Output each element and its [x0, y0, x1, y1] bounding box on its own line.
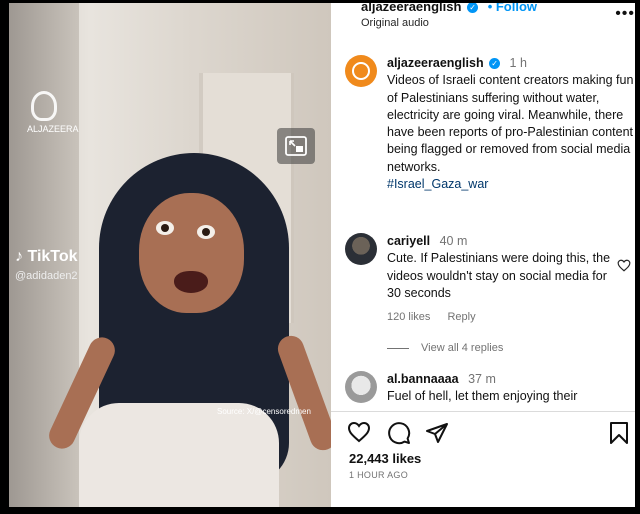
- comment-icon[interactable]: [387, 421, 411, 445]
- comment-text: Fuel of hell, let them enjoying their: [387, 389, 578, 404]
- video-player[interactable]: ALJAZEERA ♪ TikTok @adidaden2 Source: X/…: [9, 3, 331, 507]
- comment-item: al.bannaaaa 37 m Fuel of hell, let them …: [345, 371, 635, 406]
- comment-time: 37 m: [468, 372, 496, 386]
- view-replies-line: [387, 347, 409, 349]
- avatar[interactable]: [345, 371, 377, 403]
- verified-badge-icon: ✓: [489, 58, 501, 69]
- caption-username[interactable]: aljazeeraenglish: [387, 56, 484, 70]
- comment-likes[interactable]: 120 likes: [387, 311, 430, 323]
- tiktok-handle: @adidaden2: [15, 270, 78, 282]
- video-source-credit: Source: X/@censoredmen: [217, 407, 311, 416]
- follow-button[interactable]: • Follow: [488, 3, 537, 14]
- avatar[interactable]: [345, 55, 377, 87]
- comment-text: Cute. If Palestinians were doing this, t…: [387, 251, 611, 300]
- tiktok-icon: ♪: [15, 248, 23, 265]
- post-window: ALJAZEERA ♪ TikTok @adidaden2 Source: X/…: [6, 0, 638, 510]
- heart-icon[interactable]: [347, 421, 371, 443]
- more-options-button[interactable]: •••: [615, 5, 635, 23]
- tiktok-watermark: ♪ TikTok @adidaden2: [15, 248, 78, 282]
- tiktok-label: ♪ TikTok: [15, 248, 78, 265]
- picture-in-picture-button[interactable]: [277, 128, 315, 164]
- comment-time: 40 m: [439, 234, 468, 248]
- bookmark-icon[interactable]: [609, 421, 629, 445]
- post-timestamp: 1 HOUR AGO: [349, 470, 409, 480]
- avatar[interactable]: [345, 233, 377, 265]
- comment-username[interactable]: al.bannaaaa: [387, 372, 459, 386]
- picture-in-picture-icon: [285, 136, 307, 156]
- aljazeera-avatar-icon: [352, 62, 370, 80]
- video-subject-eye-right: [197, 225, 215, 239]
- video-subject-mouth: [174, 271, 208, 293]
- caption-text: Videos of Israeli content creators makin…: [387, 73, 634, 174]
- video-subject-shirt: [79, 403, 279, 507]
- caption-time: 1 h: [509, 56, 527, 70]
- post-caption: aljazeeraenglish ✓ 1 h Videos of Israeli…: [345, 55, 635, 193]
- header-username[interactable]: aljazeeraenglish: [361, 3, 461, 14]
- likes-count[interactable]: 22,443 likes: [349, 451, 421, 466]
- post-details-panel: aljazeeraenglish ✓ • Follow Original aud…: [331, 3, 635, 507]
- aljazeera-logo: ALJAZEERA: [27, 91, 79, 139]
- verified-badge-icon: ✓: [467, 3, 479, 13]
- comment-item: cariyell 40 m Cute. If Palestinians were…: [345, 233, 635, 325]
- video-subject-eye-left: [156, 221, 174, 235]
- aljazeera-logo-icon: [31, 91, 57, 121]
- comment-username[interactable]: cariyell: [387, 234, 430, 248]
- hashtag-link[interactable]: #Israel_Gaza_war: [387, 176, 635, 193]
- post-header: aljazeeraenglish ✓ • Follow Original aud…: [361, 3, 537, 29]
- video-subject-face: [139, 193, 244, 313]
- reply-button[interactable]: Reply: [447, 311, 475, 323]
- actions-divider: [331, 411, 635, 412]
- view-replies-link[interactable]: View all 4 replies: [387, 342, 503, 354]
- comment-heart-icon[interactable]: [617, 259, 631, 272]
- original-audio-link[interactable]: Original audio: [361, 17, 537, 29]
- post-actions-bar: [347, 421, 631, 445]
- share-icon[interactable]: [425, 421, 449, 445]
- aljazeera-logo-text: ALJAZEERA: [27, 124, 79, 134]
